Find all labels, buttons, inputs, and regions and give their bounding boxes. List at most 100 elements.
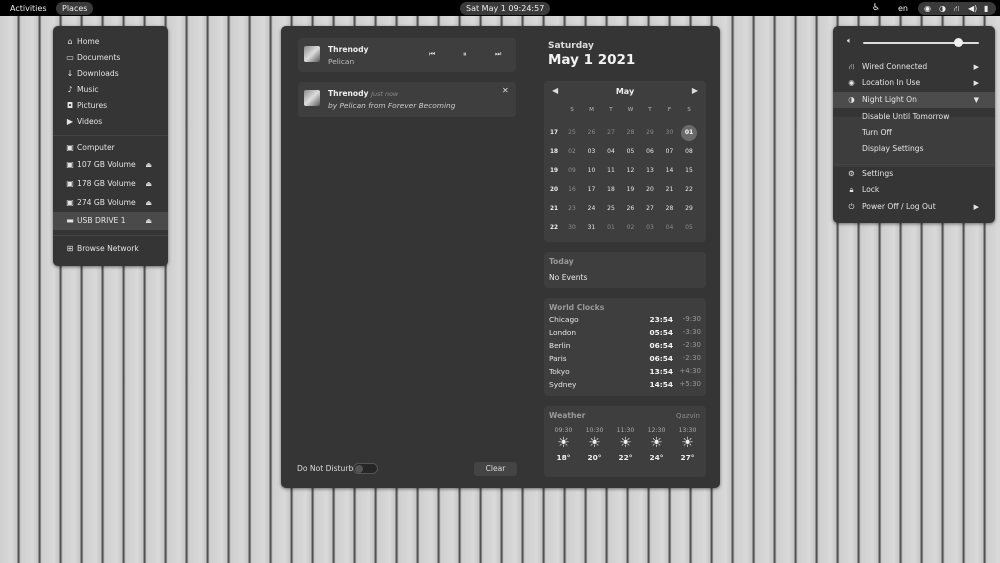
wired-connection-item[interactable]: ⛙ Wired Connected ▶ <box>833 59 995 75</box>
eject-icon[interactable]: ⏏ <box>145 156 152 174</box>
week-number: 19 <box>549 168 559 174</box>
next-track-icon[interactable]: ⏭ <box>495 50 501 59</box>
calendar-day[interactable]: 27 <box>601 125 621 141</box>
dnd-toggle[interactable] <box>353 463 378 474</box>
clear-button[interactable]: Clear <box>474 462 517 476</box>
calendar-day[interactable]: 03 <box>640 220 660 236</box>
calendar-day[interactable]: 17 <box>582 182 602 198</box>
weather-title: Weather <box>549 411 586 420</box>
calendar-day[interactable]: 09 <box>562 163 582 179</box>
calendar-day[interactable]: 12 <box>621 163 641 179</box>
power-off-item[interactable]: ⏻ Power Off / Log Out ▶ <box>833 199 995 215</box>
partly-cloudy-icon: ☀ <box>681 435 694 451</box>
week-number: 17 <box>549 130 559 136</box>
calendar-day[interactable]: 04 <box>660 220 680 236</box>
pause-icon[interactable]: ⏸ <box>463 50 467 59</box>
calendar-day[interactable]: 02 <box>562 144 582 160</box>
calendar-day[interactable]: 13 <box>640 163 660 179</box>
places-menu-button[interactable]: Places <box>56 2 94 15</box>
calendar-day[interactable]: 24 <box>582 201 602 217</box>
settings-item[interactable]: ⚙ Settings <box>833 166 995 182</box>
calendar-day[interactable]: 01 <box>601 220 621 236</box>
calendar-day[interactable]: 27 <box>640 201 660 217</box>
chevron-right-icon: ▶ <box>973 79 979 87</box>
clock-time: 13:54 <box>649 367 673 376</box>
weather-section[interactable]: Weather Qazvin 09:30 ☀ 18° 10:30 ☀ 20° 11:30 ☀ 2… <box>544 406 706 477</box>
events-section[interactable]: Today No Events <box>544 252 706 288</box>
previous-track-icon[interactable]: ⏮ <box>429 50 435 59</box>
calendar-day[interactable]: 10 <box>582 163 602 179</box>
calendar-day[interactable]: 06 <box>640 144 660 160</box>
place-browse-network[interactable]: ⊞ Browse Network <box>53 240 168 258</box>
calendar-day[interactable]: 02 <box>621 220 641 236</box>
notification[interactable]: Threnody Just now by Pelican from Foreve… <box>298 82 516 117</box>
calendar-day[interactable]: 30 <box>660 125 680 141</box>
place-volume-178[interactable]: ▣ 178 GB Volume ⏏ <box>53 175 168 193</box>
calendar-day[interactable]: 29 <box>679 201 699 217</box>
display-settings-item[interactable]: Display Settings <box>862 141 924 157</box>
calendar-day[interactable]: 19 <box>621 182 641 198</box>
calendar-day[interactable]: 05 <box>679 220 699 236</box>
weekday-label: W <box>627 107 634 113</box>
clock-offset: -3:30 <box>682 328 701 336</box>
calendar-day[interactable]: 11 <box>601 163 621 179</box>
calendar-day[interactable]: 28 <box>621 125 641 141</box>
calendar-day[interactable]: 26 <box>621 201 641 217</box>
calendar-day[interactable]: 30 <box>562 220 582 236</box>
night-light-item[interactable]: ◑ Night Light On ▼ <box>833 92 995 108</box>
keyboard-layout-button[interactable]: en <box>892 2 914 15</box>
place-usb-drive[interactable]: ▬ USB DRIVE 1 ⏏ <box>53 212 168 230</box>
volume-slider-handle[interactable] <box>953 38 963 47</box>
accessibility-icon[interactable]: ♿ <box>866 2 886 15</box>
calendar-day[interactable]: 15 <box>679 163 699 179</box>
clock-offset: +5:30 <box>679 380 701 388</box>
forecast-temp: 22° <box>618 453 633 462</box>
volume-muted-icon[interactable]: 🔈︎ <box>847 36 852 46</box>
calendar-day[interactable]: 07 <box>660 144 680 160</box>
calendar-day[interactable]: 23 <box>562 201 582 217</box>
eject-icon[interactable]: ⏏ <box>145 194 152 212</box>
place-volume-107[interactable]: ▣ 107 GB Volume ⏏ <box>53 156 168 174</box>
calendar-day[interactable]: 21 <box>660 182 680 198</box>
calendar-day[interactable]: 08 <box>679 144 699 160</box>
calendar-day[interactable]: 22 <box>679 182 699 198</box>
clock-button[interactable]: Sat May 1 09:24:57 <box>460 2 551 15</box>
media-title: Threnody <box>328 45 369 54</box>
calendar-day[interactable]: 29 <box>640 125 660 141</box>
next-month-icon[interactable]: ▶ <box>692 86 698 95</box>
forecast-time: 10:30 <box>585 427 604 434</box>
lock-item[interactable]: 🔒︎ Lock <box>833 182 995 198</box>
calendar-day[interactable]: 14 <box>660 163 680 179</box>
calendar-day[interactable]: 18 <box>601 182 621 198</box>
calendar-day[interactable]: 04 <box>601 144 621 160</box>
calendar-day[interactable]: 16 <box>562 182 582 198</box>
eject-icon[interactable]: ⏏ <box>145 212 152 230</box>
forecast-item: 09:30 ☀ 18° <box>548 427 579 462</box>
calendar-day-today[interactable]: 01 <box>681 125 697 141</box>
turn-off-item[interactable]: Turn Off <box>862 125 892 141</box>
calendar-day[interactable]: 25 <box>601 201 621 217</box>
forecast-temp: 27° <box>680 453 695 462</box>
calendar-day[interactable]: 03 <box>582 144 602 160</box>
disable-until-tomorrow-item[interactable]: Disable Until Tomorrow <box>862 109 949 125</box>
forecast-time: 09:30 <box>554 427 573 434</box>
calendar-day[interactable]: 25 <box>562 125 582 141</box>
calendar-day[interactable]: 26 <box>582 125 602 141</box>
media-player: Threnody Pelican ⏮ ⏸ ⏭ <box>298 38 516 72</box>
activities-button[interactable]: Activities <box>4 2 53 15</box>
location-item[interactable]: ◉ Location In Use ▶ <box>833 75 995 91</box>
calendar-day[interactable]: 31 <box>582 220 602 236</box>
night-light-icon: ◑ <box>848 95 855 104</box>
place-computer[interactable]: ▣ Computer <box>53 139 168 157</box>
place-videos[interactable]: ▶ Videos <box>53 113 168 131</box>
calendar-day[interactable]: 20 <box>640 182 660 198</box>
close-icon[interactable]: ✕ <box>502 86 509 95</box>
place-volume-274[interactable]: ▣ 274 GB Volume ⏏ <box>53 194 168 212</box>
eject-icon[interactable]: ⏏ <box>145 175 152 193</box>
calendar-day[interactable]: 05 <box>621 144 641 160</box>
top-bar: Activities Places Sat May 1 09:24:57 ♿ e… <box>0 0 1000 16</box>
system-status-button[interactable]: ◉ ◑ ⛙ ◀) ▮ <box>918 2 996 15</box>
world-clocks[interactable]: World Clocks Chicago 23:54 -9:30 London 05:5… <box>544 298 706 396</box>
clock-row: Berlin 06:54 -2:30 <box>549 341 701 353</box>
calendar-day[interactable]: 28 <box>660 201 680 217</box>
